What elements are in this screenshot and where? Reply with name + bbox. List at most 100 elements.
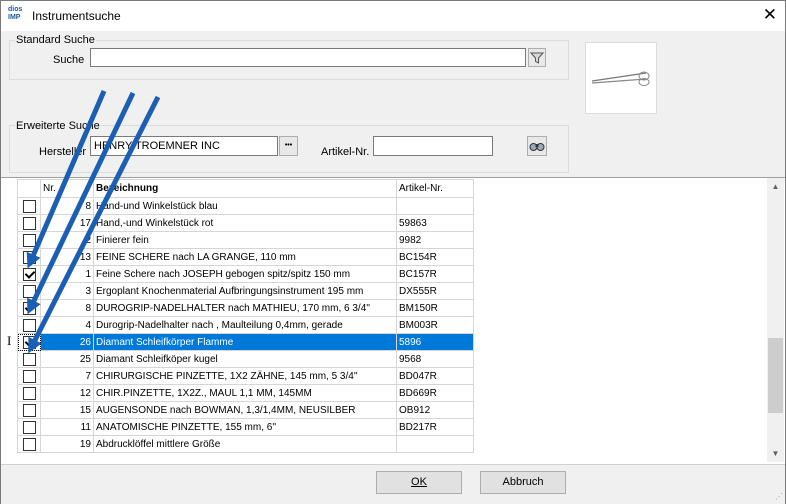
standard-search-legend: Standard Suche (15, 34, 96, 46)
row-nr: 19 (40, 435, 94, 453)
row-checkbox[interactable] (22, 420, 36, 434)
row-bezeichnung: Finierer fein (93, 231, 397, 249)
row-checkbox[interactable] (22, 403, 36, 417)
instrument-grid: Nr. Bezeichnung Artikel-Nr. 8 Hand-und Wi… (1, 177, 785, 464)
row-checkbox[interactable] (22, 267, 36, 281)
row-checkbox-cell (17, 367, 41, 385)
table-row[interactable]: 26 Diamant Schleifkörper Flamme 5896 (17, 333, 474, 351)
text-cursor-icon: I (7, 333, 12, 348)
table-row[interactable]: 8 DUROGRIP-NADELHALTER nach MATHIEU, 170 … (17, 299, 474, 317)
scroll-up-icon[interactable]: ▲ (767, 178, 784, 195)
search-button[interactable] (527, 136, 547, 156)
row-artikel-nr: 5896 (396, 333, 474, 351)
row-nr: 2 (40, 231, 94, 249)
table-row[interactable]: 8 Hand-und Winkelstück blau (17, 197, 474, 215)
table-row[interactable]: 11 ANATOMISCHE PINZETTE, 155 mm, 6'' BD217… (17, 418, 474, 436)
row-checkbox[interactable] (22, 437, 36, 451)
hersteller-browse-button[interactable]: ••• (279, 136, 298, 156)
scrollbar-thumb[interactable] (768, 338, 783, 413)
artikel-nr-input[interactable] (373, 136, 493, 156)
row-bezeichnung: Hand,-und Winkelstück rot (93, 214, 397, 232)
table-row[interactable]: 15 AUGENSONDE nach BOWMAN, 1,3/1,4MM, NEU… (17, 401, 474, 419)
filter-button[interactable] (528, 48, 546, 67)
row-bezeichnung: Ergoplant Knochenmaterial Aufbringungsin… (93, 282, 397, 300)
row-artikel-nr: OB912 (396, 401, 474, 419)
search-input[interactable] (90, 48, 526, 67)
column-header-check (17, 179, 41, 198)
row-checkbox[interactable] (22, 233, 36, 247)
row-nr: 12 (40, 384, 94, 402)
app-logo: dios IMP (8, 6, 26, 24)
row-checkbox[interactable] (22, 216, 36, 230)
resize-grip-icon[interactable]: ⋰ (775, 492, 783, 501)
scroll-down-icon[interactable]: ▼ (767, 445, 784, 462)
column-header-bezeichnung[interactable]: Bezeichnung (93, 179, 397, 198)
column-header-artikel-nr[interactable]: Artikel-Nr. (396, 179, 474, 198)
row-artikel-nr: 59863 (396, 214, 474, 232)
row-bezeichnung: DUROGRIP-NADELHALTER nach MATHIEU, 170 m… (93, 299, 397, 317)
row-bezeichnung: ANATOMISCHE PINZETTE, 155 mm, 6'' (93, 418, 397, 436)
binoculars-icon (529, 143, 545, 151)
row-nr: 8 (40, 299, 94, 317)
row-checkbox[interactable] (22, 284, 36, 298)
row-checkbox[interactable] (22, 352, 36, 366)
row-checkbox[interactable] (22, 369, 36, 383)
row-bezeichnung: CHIR.PINZETTE, 1X2Z., MAUL 1,1 MM, 145MM (93, 384, 397, 402)
table-row[interactable]: 13 FEINE SCHERE nach LA GRANGE, 110 mm BC1… (17, 248, 474, 266)
table-row[interactable]: 3 Ergoplant Knochenmaterial Aufbringungsi… (17, 282, 474, 300)
row-checkbox[interactable] (22, 301, 36, 315)
row-nr: 26 (40, 333, 94, 351)
row-artikel-nr: BC157R (396, 265, 474, 283)
table-row[interactable]: 17 Hand,-und Winkelstück rot 59863 (17, 214, 474, 232)
cancel-button[interactable]: Abbruch (480, 471, 566, 494)
logo-text-top: dios (8, 6, 23, 13)
table-row[interactable]: 4 Durogrip-Nadelhalter nach , Maulteilung… (17, 316, 474, 334)
row-checkbox-cell (17, 316, 41, 334)
row-bezeichnung: Abdrucklöffel mittlere Größe (93, 435, 397, 453)
row-checkbox-cell (17, 231, 41, 249)
row-artikel-nr: BM003R (396, 316, 474, 334)
row-bezeichnung: Diamant Schleifköper kugel (93, 350, 397, 368)
row-checkbox-cell (17, 401, 41, 419)
row-nr: 15 (40, 401, 94, 419)
row-artikel-nr: BD047R (396, 367, 474, 385)
row-checkbox-cell (17, 384, 41, 402)
vertical-scrollbar[interactable]: ▲ ▼ (767, 178, 784, 462)
row-checkbox-cell (17, 214, 41, 232)
row-bezeichnung: AUGENSONDE nach BOWMAN, 1,3/1,4MM, NEUSI… (93, 401, 397, 419)
row-checkbox[interactable] (22, 386, 36, 400)
row-nr: 13 (40, 248, 94, 266)
row-bezeichnung: Hand-und Winkelstück blau (93, 197, 397, 215)
hersteller-input[interactable] (90, 136, 278, 156)
table-row[interactable]: 19 Abdrucklöffel mittlere Größe (17, 435, 474, 453)
row-nr: 25 (40, 350, 94, 368)
row-bezeichnung: CHIRURGISCHE PINZETTE, 1X2 ZÄHNE, 145 mm… (93, 367, 397, 385)
row-artikel-nr: 9568 (396, 350, 474, 368)
row-checkbox-cell (17, 282, 41, 300)
title-bar: dios IMP Instrumentsuche ✕ (1, 1, 785, 31)
row-checkbox[interactable] (22, 335, 36, 349)
logo-text-bottom: IMP (8, 14, 21, 21)
row-bezeichnung: Diamant Schleifkörper Flamme (93, 333, 397, 351)
row-artikel-nr: BM150R (396, 299, 474, 317)
search-label: Suche (53, 54, 85, 66)
table-row[interactable]: 1 Feine Schere nach JOSEPH gebogen spitz/… (17, 265, 474, 283)
row-nr: 17 (40, 214, 94, 232)
row-checkbox[interactable] (22, 250, 36, 264)
row-bezeichnung: Feine Schere nach JOSEPH gebogen spitz/s… (93, 265, 397, 283)
ok-button-label: OK (411, 476, 427, 488)
close-icon[interactable]: ✕ (763, 5, 777, 25)
table-row[interactable]: 7 CHIRURGISCHE PINZETTE, 1X2 ZÄHNE, 145 m… (17, 367, 474, 385)
row-nr: 3 (40, 282, 94, 300)
row-checkbox[interactable] (22, 199, 36, 213)
row-checkbox[interactable] (22, 318, 36, 332)
extended-search-legend: Erweiterte Suche (15, 120, 101, 132)
table-row[interactable]: 25 Diamant Schleifköper kugel 9568 (17, 350, 474, 368)
row-artikel-nr (396, 197, 474, 215)
column-header-nr[interactable]: Nr. (40, 179, 94, 198)
table-row[interactable]: 2 Finierer fein 9982 (17, 231, 474, 249)
table-header: Nr. Bezeichnung Artikel-Nr. (17, 179, 474, 198)
row-checkbox-cell (17, 248, 41, 266)
table-row[interactable]: 12 CHIR.PINZETTE, 1X2Z., MAUL 1,1 MM, 145… (17, 384, 474, 402)
ok-button[interactable]: OK (376, 471, 462, 494)
